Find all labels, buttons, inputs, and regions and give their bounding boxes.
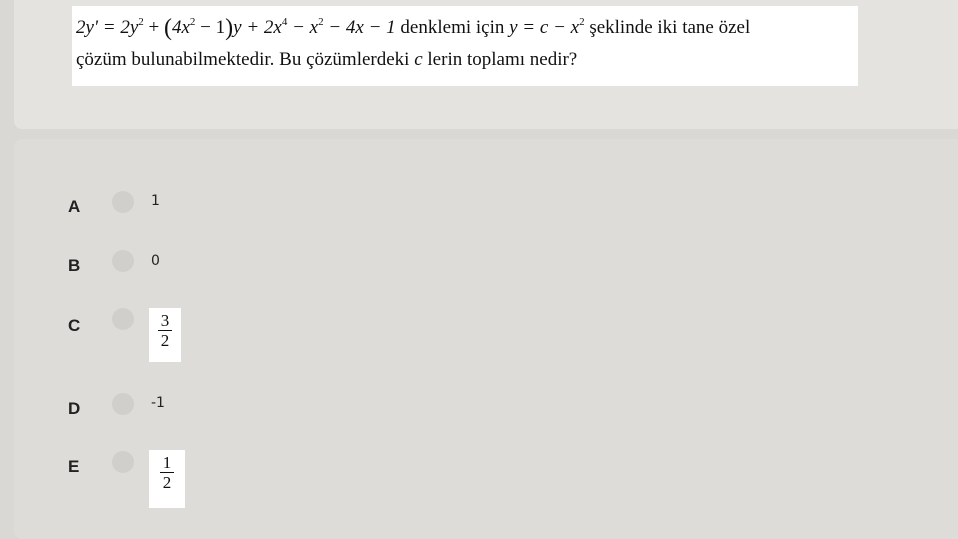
option-e-radio[interactable] <box>112 451 134 473</box>
option-a-value: 1 <box>151 193 160 209</box>
option-e-fraction: 1 2 <box>149 450 185 508</box>
option-b-radio[interactable] <box>112 250 134 272</box>
option-b[interactable]: B 0 <box>0 249 400 279</box>
option-b-value: 0 <box>151 253 160 269</box>
option-d-radio[interactable] <box>112 393 134 415</box>
question-line-2: çözüm bulunabilmektedir. Bu çözümlerdeki… <box>76 49 578 70</box>
option-c-letter: C <box>68 316 81 335</box>
question-image: 2y' = 2y2 + (4x2 − 1)y + 2x4 − x2 − 4x −… <box>72 6 858 86</box>
option-a-radio[interactable] <box>112 191 134 213</box>
option-d-letter: D <box>68 399 81 418</box>
option-c-radio[interactable] <box>112 308 134 330</box>
question-line-1: 2y' = 2y2 + (4x2 − 1)y + 2x4 − x2 − 4x −… <box>76 15 751 41</box>
option-e-denominator: 2 <box>162 473 172 492</box>
option-e-letter: E <box>68 457 80 476</box>
option-e[interactable]: E 1 2 <box>0 450 400 508</box>
option-d-value: -1 <box>151 395 165 411</box>
option-b-letter: B <box>68 256 81 275</box>
option-e-numerator: 1 <box>162 453 172 472</box>
option-c-numerator: 3 <box>160 311 170 330</box>
option-a[interactable]: A 1 <box>0 190 400 220</box>
option-c[interactable]: C 3 2 <box>0 307 400 365</box>
option-c-fraction: 3 2 <box>149 308 181 362</box>
option-c-denominator: 2 <box>160 331 170 350</box>
option-d[interactable]: D -1 <box>0 392 400 422</box>
option-a-letter: A <box>68 197 81 216</box>
